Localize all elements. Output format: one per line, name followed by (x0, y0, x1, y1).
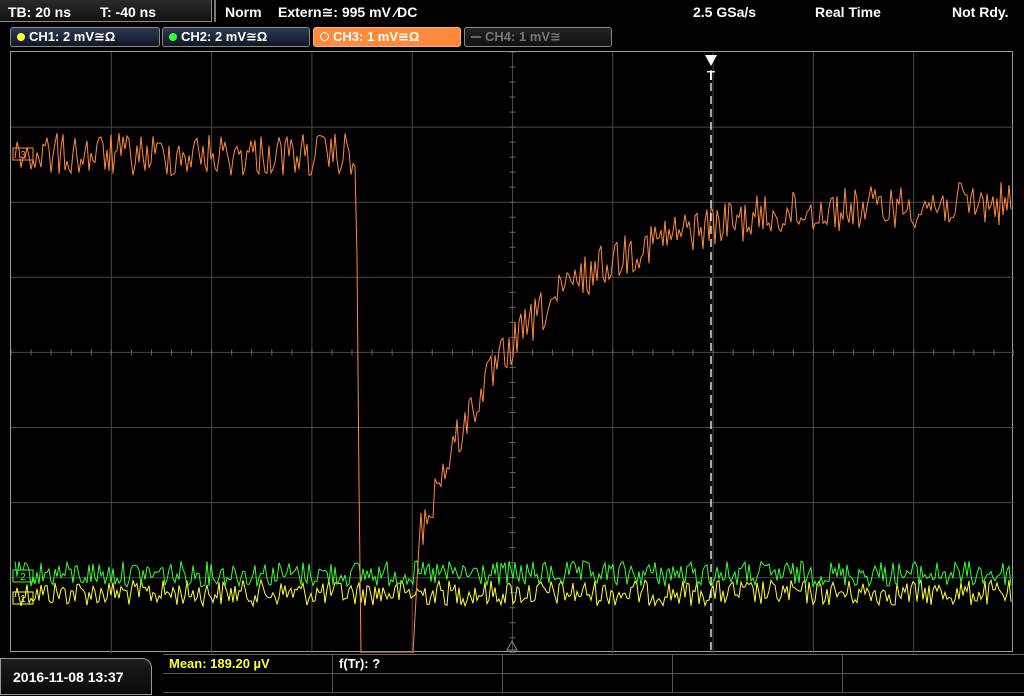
timebase-readout[interactable]: TB: 20 ns (8, 4, 71, 20)
trigger-mode-readout[interactable]: Norm (225, 4, 262, 20)
trigger-time-readout[interactable]: T: -40 ns (100, 4, 156, 20)
trigger-source-readout[interactable]: Extern≅: 995 mV ∕DC (278, 4, 417, 21)
channel-tab-label: CH3: 1 mV≅Ω (333, 29, 420, 44)
ch1-dot-icon (17, 33, 25, 41)
measurement-cell[interactable] (163, 674, 333, 693)
mean-measurement: Mean: 189.20 µV (169, 656, 270, 671)
acquisition-mode-readout[interactable]: Real Time (815, 4, 881, 20)
bottom-bar: 2016-11-08 13:37 Mean: 189.20 µV f(Tr): … (0, 654, 1024, 695)
channel-tabs: CH1: 2 mV≅Ω CH2: 2 mV≅Ω CH3: 1 mV≅Ω CH4:… (0, 26, 1024, 48)
waveform-display[interactable]: T 3 2 1 (10, 51, 1014, 653)
measurement-cell[interactable] (673, 674, 843, 693)
trigger-marker-label: T (707, 68, 715, 83)
channel-tab-ch1[interactable]: CH1: 2 mV≅Ω (10, 27, 160, 47)
channel-tab-ch4[interactable]: CH4: 1 mV≅ (464, 27, 612, 47)
trigger-arrow-icon[interactable] (705, 55, 717, 66)
channel-tab-label: CH2: 2 mV≅Ω (181, 29, 268, 44)
measurement-cell[interactable] (843, 655, 1024, 674)
measurement-cell[interactable] (503, 655, 673, 674)
ch2-dot-icon (169, 33, 177, 41)
channel-tab-label: CH4: 1 mV≅ (485, 29, 561, 44)
channel-tab-ch3[interactable]: CH3: 1 mV≅Ω (313, 27, 461, 47)
channel-tab-label: CH1: 2 mV≅Ω (29, 29, 116, 44)
rise-time-measurement: f(Tr): ? (339, 656, 381, 671)
divider (214, 0, 216, 22)
ch4-dash-icon (471, 36, 481, 38)
status-bar: TB: 20 ns T: -40 ns Norm Extern≅: 995 mV… (0, 0, 1024, 24)
ch3-marker-label: 3 (20, 150, 26, 161)
measurement-cell[interactable] (843, 674, 1024, 693)
datetime: 2016-11-08 13:37 (13, 669, 124, 685)
measurement-cell[interactable] (503, 674, 673, 693)
measurement-cell[interactable] (333, 674, 503, 693)
measurement-panel[interactable]: Mean: 189.20 µV f(Tr): ? (163, 654, 1024, 696)
acquisition-status: Not Rdy. (952, 4, 1009, 20)
sample-rate-readout[interactable]: 2.5 GSa/s (693, 4, 756, 20)
ch2-marker-label: 2 (20, 572, 26, 583)
datetime-box: 2016-11-08 13:37 (0, 658, 152, 695)
ch1-marker-label: 1 (20, 594, 26, 605)
channel-tab-ch2[interactable]: CH2: 2 mV≅Ω (162, 27, 310, 47)
waveform-canvas[interactable]: T 3 2 1 (11, 52, 1014, 653)
ch3-dot-icon (320, 32, 329, 41)
measurement-cell[interactable] (673, 655, 843, 674)
graticule (11, 52, 1014, 653)
